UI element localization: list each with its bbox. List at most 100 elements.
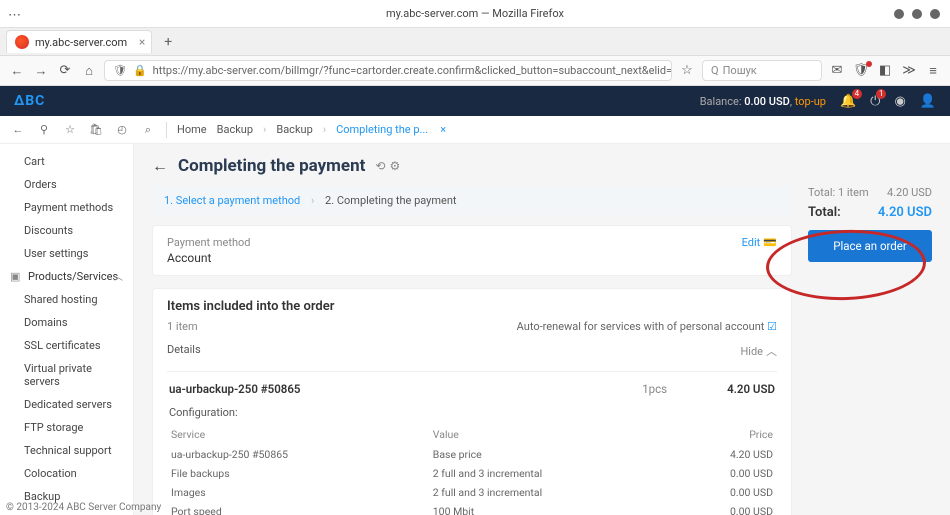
sidebar-item-discounts[interactable]: Discounts (0, 219, 133, 242)
sidebar-item-orders[interactable]: Orders (0, 173, 133, 196)
mail-icon[interactable]: ✉ (828, 63, 846, 78)
table-row: Port speed100 Mbit0.00 USD (171, 503, 773, 515)
lock-icon: 🔒 (133, 64, 147, 77)
place-order-button[interactable]: Place an order (808, 230, 932, 262)
search-placeholder: Пошук (723, 64, 757, 77)
window-menu-icon[interactable]: ⋯ (8, 8, 21, 23)
payment-steps: 1. Select a payment method › 2. Completi… (152, 186, 792, 215)
config-table: Service Value Price ua-urbackup-250 #508… (169, 423, 775, 515)
chevron-right-icon: › (311, 194, 314, 207)
items-count: 1 item (167, 320, 198, 333)
content-area: ← Completing the payment ⟲ ⚙ 1. Select a… (134, 144, 950, 515)
toolbar-clock-icon[interactable]: ◴ (114, 123, 130, 136)
table-row: File backups2 full and 3 incremental0.00… (171, 465, 773, 482)
balance-text: Balance: 0.00 USD, top-up (700, 95, 826, 108)
nav-reload-icon[interactable]: ⟳ (56, 63, 74, 78)
total-value: 4.20 USD (878, 205, 932, 220)
col-service: Service (171, 425, 431, 444)
app-header: ∆BС Balance: 0.00 USD, top-up 🔔4 ⏻1 ◉ 👤 (0, 86, 950, 116)
crumb-backup-2[interactable]: Backup (276, 123, 312, 136)
page-title: Completing the payment (178, 156, 365, 176)
refresh-icon[interactable]: ⟲ (375, 159, 385, 173)
app-logo[interactable]: ∆BС (14, 93, 45, 109)
order-item: ua-urbackup-250 #50865 1pcs 4.20 USD Con… (167, 371, 777, 515)
sidebar-item-tech-support[interactable]: Technical support (0, 439, 133, 462)
step-2-current: 2. Completing the payment (325, 194, 456, 207)
sidebar-item-domains[interactable]: Domains (0, 311, 133, 334)
sidebar-item-vps[interactable]: Virtual private servers (0, 357, 133, 393)
search-icon: Q (711, 64, 719, 77)
url-input[interactable]: 🛡 🔒 https://my.abc-server.com/billmgr/?f… (104, 60, 672, 81)
hide-toggle[interactable]: Hide ︿ (740, 343, 777, 359)
tab-close-icon[interactable]: × (139, 35, 145, 49)
user-icon[interactable]: 👤 (920, 94, 936, 109)
browser-search-input[interactable]: Q Пошук (702, 60, 822, 81)
item-total: 4.20 USD (727, 382, 775, 396)
nav-forward-icon[interactable]: → (32, 63, 50, 79)
toolbar-back-icon[interactable]: ← (10, 123, 26, 136)
sidebar-item-dedicated[interactable]: Dedicated servers (0, 393, 133, 416)
total-items-value: 4.20 USD (887, 186, 932, 199)
pm-value: Account (167, 251, 250, 265)
browser-tab[interactable]: my.abc-server.com × (6, 30, 152, 53)
cube-icon: ▣ (10, 270, 22, 283)
account-icon[interactable]: ◧ (876, 63, 894, 78)
page-back-icon[interactable]: ← (152, 156, 168, 176)
card-icon: 💳 (763, 236, 777, 249)
edit-pm-link[interactable]: Edit 💳 (742, 236, 777, 249)
sidebar-item-cart[interactable]: Cart (0, 150, 133, 173)
tasks-icon[interactable]: ⏻1 (870, 94, 880, 109)
browser-tabbar: my.abc-server.com × + (0, 28, 950, 56)
bookmark-icon[interactable]: ☆ (678, 63, 696, 78)
details-label: Details (167, 343, 201, 359)
nav-home-icon[interactable]: ⌂ (80, 63, 98, 79)
menu-icon[interactable]: ≡ (924, 63, 942, 79)
crumb-home[interactable]: Home (177, 123, 207, 136)
items-title: Items included into the order (167, 299, 777, 314)
step-1-link[interactable]: 1. Select a payment method (164, 194, 300, 207)
help-icon[interactable]: ◉ (894, 94, 905, 109)
crumb-backup-1[interactable]: Backup (217, 123, 253, 136)
crumb-current: Completing the p... (336, 123, 428, 136)
toolbar-pin-icon[interactable]: ⚲ (36, 123, 52, 136)
table-row: Images2 full and 3 incremental0.00 USD (171, 484, 773, 501)
window-maximize-icon[interactable] (912, 9, 922, 19)
col-price: Price (678, 425, 774, 444)
sidebar-item-shared-hosting[interactable]: Shared hosting (0, 288, 133, 311)
auto-renew-label: Auto-renewal for services with of person… (517, 320, 765, 333)
window-close-icon[interactable] (930, 9, 940, 19)
sidebar-item-colocation[interactable]: Colocation (0, 462, 133, 485)
nav-back-icon[interactable]: ← (8, 63, 26, 79)
footer-copyright: © 2013-2024 ABC Server Company (6, 502, 161, 513)
sidebar-item-user-settings[interactable]: User settings (0, 242, 133, 265)
tab-title: my.abc-server.com (35, 36, 127, 49)
new-tab-button[interactable]: + (158, 34, 178, 50)
window-minimize-icon[interactable] (894, 9, 904, 19)
tab-favicon (15, 35, 29, 49)
chevron-up-icon: ︿ (766, 343, 777, 359)
toolbar-star-icon[interactable]: ☆ (62, 123, 78, 136)
toolbar-basket-icon[interactable]: 🛍 (88, 123, 104, 136)
crumb-close-icon[interactable]: × (440, 123, 446, 136)
overflow-icon[interactable]: ≫ (900, 63, 918, 78)
chevron-up-icon: ︿ (114, 270, 123, 283)
toolbar-search-icon[interactable]: ⌕ (140, 123, 156, 137)
pm-label: Payment method (167, 236, 250, 249)
payment-method-card: Payment method Account Edit 💳 (152, 225, 792, 276)
sidebar-item-payment-methods[interactable]: Payment methods (0, 196, 133, 219)
browser-addressbar: ← → ⟳ ⌂ 🛡 🔒 https://my.abc-server.com/bi… (0, 56, 950, 86)
settings-icon[interactable]: ⚙ (389, 159, 400, 173)
sidebar-group-products[interactable]: ▣Products/Services︿ (0, 265, 133, 288)
item-qty: 1pcs (642, 382, 667, 396)
window-title: my.abc-server.com — Mozilla Firefox (386, 7, 564, 20)
sidebar-item-ssl[interactable]: SSL certificates (0, 334, 133, 357)
url-text: https://my.abc-server.com/billmgr/?func=… (153, 64, 672, 77)
chevron-right-icon: › (263, 123, 266, 136)
total-label: Total: (808, 205, 841, 220)
topup-link[interactable]: top-up (795, 95, 826, 108)
auto-renew-checkbox[interactable]: ☑ (767, 320, 777, 333)
order-items-card: Items included into the order 1 item Aut… (152, 288, 792, 515)
sidebar-item-ftp[interactable]: FTP storage (0, 416, 133, 439)
notifications-icon[interactable]: 🔔4 (840, 94, 856, 109)
extension-icon[interactable]: 🛡 (852, 63, 870, 78)
